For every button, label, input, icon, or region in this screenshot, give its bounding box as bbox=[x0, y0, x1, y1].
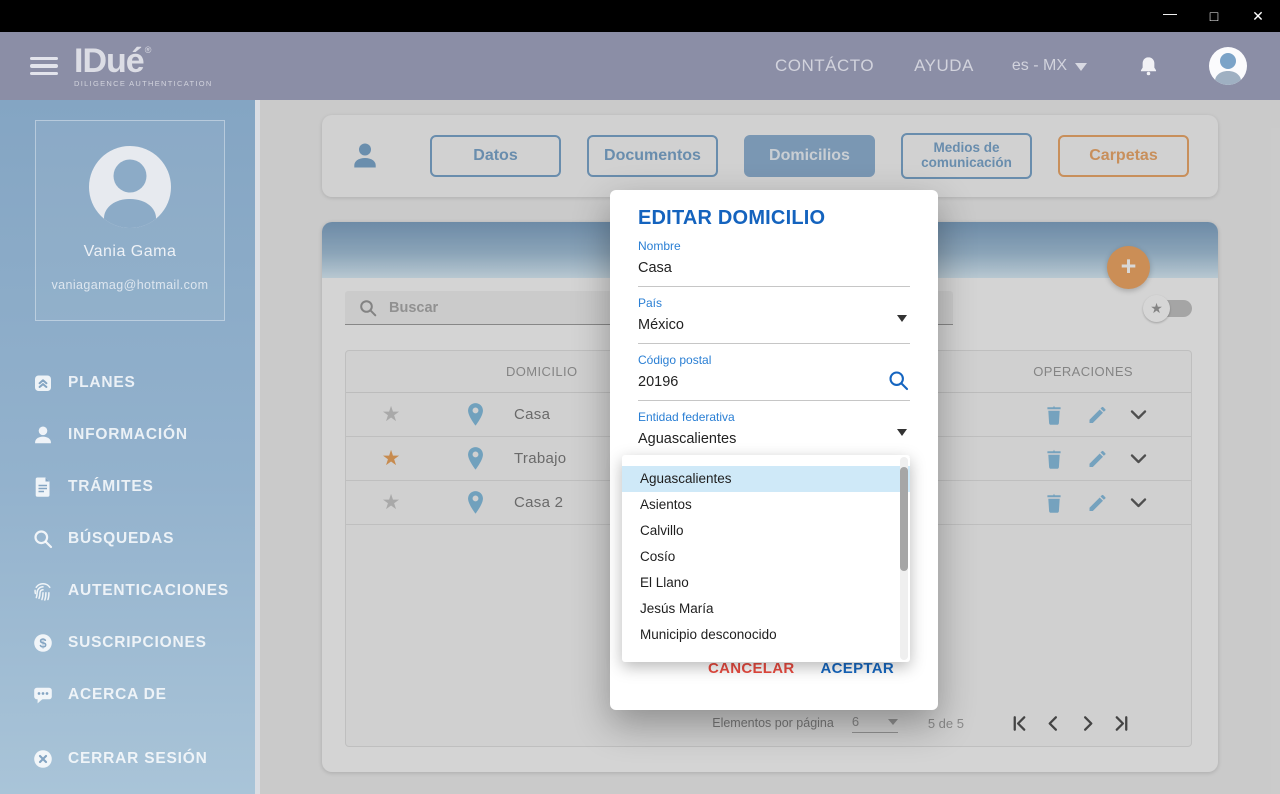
dialog-title: EDITAR DOMICILIO bbox=[638, 207, 826, 229]
menu-icon[interactable] bbox=[30, 56, 58, 76]
sidebar-item-label: PLANES bbox=[68, 374, 136, 391]
sidebar-item-planes[interactable]: PLANES bbox=[0, 357, 260, 409]
search-icon bbox=[31, 528, 55, 550]
editar-domicilio-dialog: EDITAR DOMICILIO Nombre Casa País México… bbox=[610, 190, 938, 710]
sidebar-item-acerca-de[interactable]: ACERCA DE bbox=[0, 669, 260, 721]
brand-tagline: DILIGENCE AUTHENTICATION bbox=[74, 79, 213, 89]
field-pais: País México bbox=[638, 296, 910, 344]
chat-bubble-icon bbox=[31, 684, 55, 706]
field-codigo-postal: Código postal 20196 bbox=[638, 353, 910, 401]
municipio-option[interactable]: Aguascalientes bbox=[622, 466, 910, 492]
field-label: Código postal bbox=[638, 353, 712, 367]
search-icon bbox=[889, 371, 909, 391]
municipio-option[interactable]: Cosío bbox=[622, 544, 910, 570]
sidebar-item-label: ACERCA DE bbox=[68, 686, 167, 703]
municipio-option[interactable]: Asientos bbox=[622, 492, 910, 518]
bell-icon bbox=[1140, 56, 1157, 75]
window-close-button[interactable]: ✕ bbox=[1236, 0, 1280, 32]
notifications-button[interactable] bbox=[1137, 55, 1160, 78]
subscription-dollar-icon: $ bbox=[31, 632, 55, 654]
municipio-option[interactable]: Municipio desconocido bbox=[622, 622, 910, 648]
fingerprint-icon bbox=[31, 580, 55, 602]
municipio-option[interactable]: Calvillo bbox=[622, 518, 910, 544]
field-label: País bbox=[638, 296, 663, 310]
window-titlebar: — □ ✕ bbox=[0, 0, 1280, 32]
codigo-postal-input[interactable]: 20196 bbox=[638, 374, 910, 391]
sidebar-item-cerrar-sesion[interactable]: CERRAR SESIÓN bbox=[0, 733, 260, 785]
sidebar: Vania Gama vaniagamag@hotmail.com PLANES… bbox=[0, 100, 260, 794]
window-maximize-button[interactable]: □ bbox=[1192, 0, 1236, 32]
logout-x-icon bbox=[31, 748, 55, 770]
brand-logo: IDué ® DILIGENCE AUTHENTICATION bbox=[74, 44, 213, 88]
municipio-option[interactable]: El Llano bbox=[622, 570, 910, 596]
sidebar-item-autenticaciones[interactable]: AUTENTICACIONES bbox=[0, 565, 260, 617]
chevron-down-icon[interactable] bbox=[897, 429, 907, 441]
registered-mark: ® bbox=[144, 45, 152, 56]
window-minimize-button[interactable]: — bbox=[1148, 0, 1192, 32]
entidad-federativa-select[interactable]: Aguascalientes bbox=[638, 431, 910, 448]
avatar bbox=[1209, 47, 1247, 85]
user-menu-button[interactable] bbox=[1208, 46, 1248, 86]
sidebar-item-suscripciones[interactable]: $ SUSCRIPCIONES bbox=[0, 617, 260, 669]
field-label: Nombre bbox=[638, 239, 681, 253]
municipio-dropdown: Aguascalientes Asientos Calvillo Cosío E… bbox=[622, 455, 910, 662]
help-link[interactable]: AYUDA bbox=[914, 56, 974, 76]
document-icon bbox=[31, 476, 55, 498]
app-header: IDué ® DILIGENCE AUTHENTICATION CONTÁCTO… bbox=[0, 32, 1280, 100]
language-value: es - MX bbox=[1011, 57, 1067, 74]
pais-select[interactable]: México bbox=[638, 317, 910, 334]
sidebar-item-label: BÚSQUEDAS bbox=[68, 530, 175, 547]
profile-avatar bbox=[89, 146, 171, 228]
chevron-down-icon bbox=[1075, 63, 1087, 77]
svg-text:$: $ bbox=[39, 636, 47, 651]
field-nombre: Nombre Casa bbox=[638, 239, 910, 287]
sidebar-item-informacion[interactable]: INFORMACIÓN bbox=[0, 409, 260, 461]
chevron-down-icon[interactable] bbox=[897, 315, 907, 327]
municipio-option[interactable]: Jesús María bbox=[622, 596, 910, 622]
dialog-actions: CANCELAR ACEPTAR bbox=[708, 660, 894, 677]
field-entidad-federativa: Entidad federativa Aguascalientes bbox=[638, 410, 910, 458]
cancel-button[interactable]: CANCELAR bbox=[708, 660, 795, 677]
main-content: Datos Documentos Domicilios Medios de co… bbox=[260, 100, 1280, 794]
plans-icon bbox=[31, 372, 55, 394]
sidebar-item-label: INFORMACIÓN bbox=[68, 426, 188, 443]
profile-name: Vania Gama bbox=[83, 243, 177, 260]
person-icon bbox=[31, 424, 55, 446]
sidebar-item-label: AUTENTICACIONES bbox=[68, 582, 229, 599]
sidebar-nav: PLANES INFORMACIÓN TRÁMITES BÚSQUEDAS AU… bbox=[0, 357, 260, 785]
contact-link[interactable]: CONTÁCTO bbox=[775, 56, 874, 76]
language-selector[interactable]: es - MX bbox=[1012, 57, 1087, 75]
field-label: Entidad federativa bbox=[638, 410, 735, 424]
sidebar-item-label: SUSCRIPCIONES bbox=[68, 634, 207, 651]
sidebar-item-tramites[interactable]: TRÁMITES bbox=[0, 461, 260, 513]
sidebar-item-label: TRÁMITES bbox=[68, 478, 154, 495]
sidebar-item-busquedas[interactable]: BÚSQUEDAS bbox=[0, 513, 260, 565]
nombre-input[interactable]: Casa bbox=[638, 260, 910, 277]
profile-card: Vania Gama vaniagamag@hotmail.com bbox=[35, 120, 225, 321]
dropdown-scrollbar-thumb[interactable] bbox=[900, 467, 908, 571]
postal-code-search-button[interactable] bbox=[887, 369, 910, 392]
sidebar-item-label: CERRAR SESIÓN bbox=[68, 750, 208, 767]
brand-name: IDué bbox=[74, 42, 145, 81]
accept-button[interactable]: ACEPTAR bbox=[821, 660, 895, 677]
profile-email: vaniagamag@hotmail.com bbox=[51, 278, 209, 292]
